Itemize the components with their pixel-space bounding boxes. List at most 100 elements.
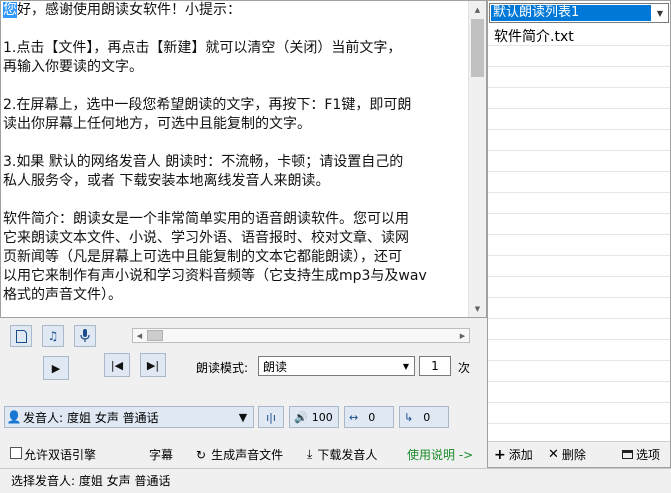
- generate-audio-label: 生成声音文件: [211, 448, 284, 462]
- text-line: 2.在屏幕上，选中一段您希望朗读的文字，再按下：F1键，即可朗: [3, 96, 468, 115]
- microphone-icon: [80, 329, 90, 342]
- voice-select[interactable]: 👤 发音人: 度姐 女声 普通话 ▼: [4, 406, 254, 428]
- pitch-control[interactable]: ↳ 0: [399, 406, 449, 428]
- repeat-count-input[interactable]: 1: [419, 356, 451, 376]
- previous-button[interactable]: |◀: [104, 353, 130, 377]
- delete-button-label: 删除: [561, 448, 586, 462]
- play-button[interactable]: ▶: [43, 356, 69, 380]
- editor-text[interactable]: 您好，感谢使用朗读女软件！小提示： 1.点击【文件】，再点击【新建】就可以清空（关…: [3, 1, 468, 317]
- text-line: 格式的声音文件）。: [3, 286, 468, 305]
- speed-value: 0: [368, 410, 376, 424]
- music-note-icon: ♫: [47, 329, 59, 343]
- play-icon: ▶: [51, 361, 61, 375]
- mode-label: 朗读模式:: [196, 361, 249, 375]
- list-item[interactable]: 软件简介.txt: [494, 26, 574, 46]
- text-line-content: 格式的声音文件）。: [3, 287, 122, 303]
- bottom-actions: 允许双语引擎 字幕 ↻ 生成声音文件 ⤓ 下载发音人 使用说明 ->: [0, 442, 487, 464]
- playlist-toolbar: + 添加 ✕ 删除 选项: [488, 441, 670, 467]
- text-line-content: 再输入你要读的文字。: [3, 59, 143, 75]
- text-line-content: 它来朗读文本文件、小说、学习外语、语音报时、校对文章、读网: [3, 230, 409, 246]
- text-line: 它来朗读文本文件、小说、学习外语、语音报时、校对文章、读网: [3, 229, 468, 248]
- text-line: 以用它来制作有声小说和学习资料音频等（它支持生成mp3与及wav: [3, 267, 468, 286]
- speed-control[interactable]: ↔ 0: [344, 406, 394, 428]
- text-line: 私人服务令，或者 下载安装本地离线发音人来朗读。: [3, 172, 468, 191]
- next-button[interactable]: ▶|: [140, 353, 166, 377]
- volume-value: 100: [311, 410, 333, 424]
- status-text: 选择发音人: 度姐 女声 普通话: [11, 474, 171, 488]
- text-line-content: 软件简介：朗读女是一个非常简单实用的语音朗读软件。您可以用: [3, 211, 409, 227]
- progress-scrollbar[interactable]: ◀ ▶: [132, 328, 470, 343]
- playlist-list[interactable]: [488, 25, 670, 441]
- scroll-left-arrow-icon[interactable]: ◀: [133, 329, 146, 342]
- generate-audio-button[interactable]: ↻ 生成声音文件: [196, 446, 283, 463]
- status-bar: 选择发音人: 度姐 女声 普通话: [0, 468, 671, 493]
- playlist-select-value: 默认朗读列表1: [491, 5, 651, 21]
- text-line-content: 私人服务令，或者 下载安装本地离线发音人来朗读。: [3, 173, 330, 189]
- text-line: 软件简介：朗读女是一个非常简单实用的语音朗读软件。您可以用: [3, 210, 468, 229]
- help-link[interactable]: 使用说明 ->: [407, 446, 473, 463]
- selected-text: 您: [3, 2, 17, 18]
- scroll-thumb[interactable]: [471, 19, 484, 77]
- text-line: 您好，感谢使用朗读女软件！小提示：: [3, 1, 468, 20]
- text-line: 页新闻等（凡是屏幕上可选中且能复制的文本它都能朗读），还可: [3, 248, 468, 267]
- refresh-icon: ↻: [196, 447, 207, 462]
- text-line-content: 3.如果 默认的网络发音人 朗读时：不流畅，卡顿；请设置自己的: [3, 154, 404, 170]
- text-line-content: 读出你屏幕上任何地方，可选中且能复制的文字。: [3, 116, 311, 132]
- scroll-down-arrow-icon[interactable]: ▼: [469, 300, 486, 317]
- download-voice-label: 下载发音人: [317, 448, 378, 462]
- delete-button[interactable]: ✕ 删除: [548, 446, 586, 463]
- text-line-content: 1.点击【文件】，再点击【新建】就可以清空（关闭）当前文字，: [3, 40, 402, 56]
- subtitle-button-label: 字幕: [149, 448, 174, 462]
- person-icon: 👤: [6, 410, 22, 424]
- arrows-horizontal-icon: ↔: [349, 410, 359, 424]
- text-line: 再输入你要读的文字。: [3, 58, 468, 77]
- text-line: 读出你屏幕上任何地方，可选中且能复制的文字。: [3, 115, 468, 134]
- bilingual-label: 允许双语引擎: [24, 448, 97, 462]
- audio-waveform-icon: ı|ı: [266, 410, 276, 424]
- text-editor[interactable]: 您好，感谢使用朗读女软件！小提示： 1.点击【文件】，再点击【新建】就可以清空（关…: [0, 0, 487, 318]
- playlist-select[interactable]: 默认朗读列表1 ▼: [489, 3, 669, 23]
- voice-value: 度姐 女声 普通话: [67, 410, 159, 425]
- mode-select-value: 朗读: [263, 359, 288, 374]
- text-line: 3.如果 默认的网络发音人 朗读时：不流畅，卡顿；请设置自己的: [3, 153, 468, 172]
- chevron-down-icon[interactable]: ▼: [233, 411, 253, 424]
- scroll-up-arrow-icon[interactable]: ▲: [469, 1, 486, 18]
- bilingual-checkbox[interactable]: [10, 447, 22, 459]
- subtitle-button[interactable]: 字幕: [149, 446, 173, 463]
- text-line-content: 页新闻等（凡是屏幕上可选中且能复制的文本它都能朗读），还可: [3, 249, 402, 265]
- scroll-right-arrow-icon[interactable]: ▶: [456, 329, 469, 342]
- microphone-button[interactable]: [74, 325, 96, 347]
- chevron-down-icon[interactable]: ▼: [652, 9, 668, 18]
- close-icon: ✕: [548, 447, 559, 462]
- voice-prefix-label: 发音人:: [23, 410, 64, 425]
- mode-select[interactable]: 朗读 ▼: [258, 356, 415, 376]
- playlist-panel: 默认朗读列表1 ▼ 软件简介.txt + 添加 ✕ 删除 选项: [487, 0, 671, 468]
- control-panel: ♫ ◀ ▶ ▶ |◀ ▶| 朗读模式: 朗读 ▼ 1 次 👤 发音人: 度姐 女…: [0, 318, 487, 468]
- text-line-content: 好，感谢使用朗读女软件！小提示：: [17, 2, 241, 18]
- skip-previous-icon: |◀: [110, 358, 124, 372]
- open-file-button[interactable]: [10, 325, 32, 347]
- options-button-label: 选项: [636, 448, 661, 462]
- text-line: 1.点击【文件】，再点击【新建】就可以清空（关闭）当前文字，: [3, 39, 468, 58]
- options-button[interactable]: 选项: [622, 446, 660, 463]
- document-icon: [15, 329, 27, 343]
- volume-control[interactable]: 🔊 100: [289, 406, 339, 428]
- add-button-label: 添加: [508, 448, 533, 462]
- progress-thumb[interactable]: [147, 330, 163, 341]
- text-line-content: 2.在屏幕上，选中一段您希望朗读的文字，再按下：F1键，即可朗: [3, 97, 412, 113]
- pitch-value: 0: [423, 410, 431, 424]
- download-voice-button[interactable]: ⤓ 下载发音人: [307, 446, 377, 463]
- add-button[interactable]: + 添加: [494, 446, 533, 463]
- editor-vertical-scrollbar[interactable]: ▲ ▼: [468, 1, 486, 317]
- chevron-down-icon[interactable]: ▼: [398, 362, 414, 371]
- music-button[interactable]: ♫: [42, 325, 64, 347]
- text-line-content: 以用它来制作有声小说和学习资料音频等（它支持生成mp3与及wav: [3, 268, 427, 284]
- repeat-unit-label: 次: [458, 361, 471, 375]
- voice-settings-button[interactable]: ı|ı: [258, 406, 284, 428]
- pitch-icon: ↳: [404, 410, 414, 424]
- download-icon: ⤓: [307, 447, 313, 461]
